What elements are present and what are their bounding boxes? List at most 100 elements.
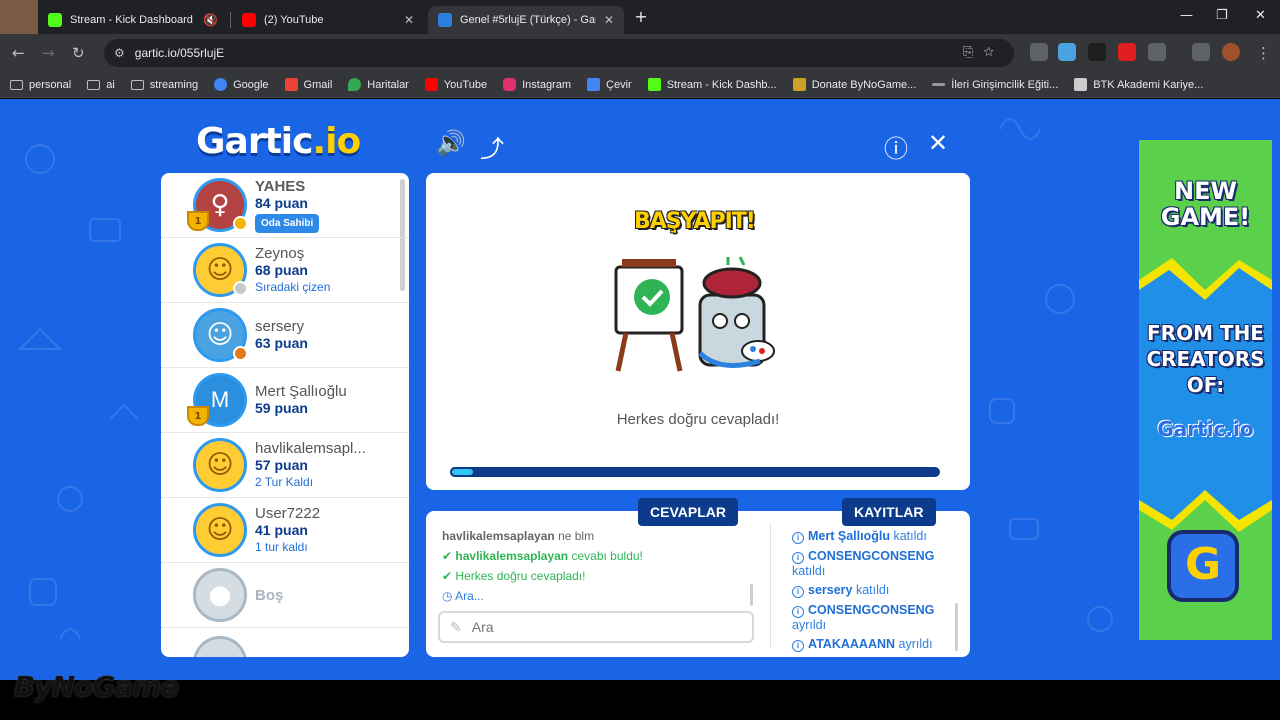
info-icon: i: [792, 532, 804, 544]
advertisement-banner[interactable]: NEW GAME! FROM THE CREATORS OF: Gartic.i…: [1139, 140, 1272, 640]
folder-icon: [130, 79, 144, 90]
bynogame-watermark: ByNoGame: [14, 670, 179, 703]
youtube-favicon-icon: [242, 13, 256, 27]
ad-headline: NEW GAME!: [1160, 177, 1251, 231]
player-row[interactable]: ☺ User7222 41 puan 1 tur kaldı: [161, 498, 409, 563]
answer-input-box[interactable]: ✎: [438, 611, 754, 643]
log-entry: i CONSENGCONSENG katıldı: [792, 549, 935, 578]
extension-youtube-icon[interactable]: [1118, 43, 1136, 61]
smile-icon: ☺: [206, 255, 234, 285]
youtube-icon: [424, 78, 438, 91]
extension-robot-icon[interactable]: [1088, 43, 1106, 61]
reload-icon[interactable]: ↻: [72, 44, 85, 62]
status-dot: [233, 281, 248, 296]
dash-icon: [932, 83, 946, 86]
answers-tab[interactable]: CEVAPLAR: [638, 498, 738, 526]
bookmark-instagram[interactable]: Instagram: [503, 78, 571, 91]
player-list: ♀ 1 YAHES 84 puan Oda Sahibi ☺ Zeynoş 68…: [161, 173, 409, 657]
tab-youtube[interactable]: (2) YouTube ✕: [232, 6, 424, 34]
profile-avatar[interactable]: [1222, 43, 1240, 61]
bookmark-bynogame[interactable]: Donate ByNoGame...: [792, 78, 916, 91]
bookmark-personal[interactable]: personal: [10, 79, 71, 91]
new-tab-button[interactable]: +: [632, 8, 650, 26]
panel-divider: [770, 523, 771, 647]
player-status: Sıradaki çizen: [255, 279, 331, 294]
player-row[interactable]: M 1 Mert Şallıoğlu 59 puan: [161, 368, 409, 433]
log-scrollbar[interactable]: [955, 603, 958, 651]
bookmark-btk[interactable]: BTK Akademi Kariye...: [1074, 78, 1203, 91]
close-room-icon[interactable]: ✕: [928, 129, 948, 157]
player-row[interactable]: ☺ havlikalemsapl... 57 puan 2 Tur Kaldı: [161, 433, 409, 498]
avatar: ☺: [193, 243, 248, 297]
site-info-icon[interactable]: ⚙: [114, 46, 125, 60]
extension-search-icon[interactable]: [1058, 43, 1076, 61]
painter-illustration: [614, 256, 775, 372]
bookmark-haritalar[interactable]: Haritalar: [348, 78, 409, 91]
maximize-button[interactable]: ❐: [1216, 8, 1228, 23]
bookmark-google[interactable]: Google: [214, 78, 269, 91]
masterpiece-title: BAŞYAPIT!: [634, 209, 756, 234]
media-control-icon[interactable]: [1192, 43, 1210, 61]
extension-shield-icon[interactable]: [1030, 43, 1048, 61]
player-score: 68 puan: [255, 261, 308, 278]
omnibox-actions[interactable]: ⎘☆: [963, 44, 1004, 60]
close-tab-icon[interactable]: ✕: [404, 13, 414, 27]
player-score: 41 puan: [255, 521, 308, 538]
bookmark-kick[interactable]: Stream - Kick Dashb...: [647, 78, 777, 91]
btk-icon: [1074, 78, 1088, 91]
answer-message: havlikalemsaplayan ne blm: [442, 529, 595, 543]
close-tab-icon[interactable]: ✕: [604, 13, 614, 27]
menu-icon[interactable]: ⋮: [1256, 44, 1271, 62]
player-row[interactable]: ☺ Zeynoş 68 puan Sıradaki çizen: [161, 238, 409, 303]
gartic-logo[interactable]: Gartic.io: [196, 121, 361, 162]
log-entry: i Mert Şallıoğlu katıldı: [792, 529, 927, 544]
status-dot: [233, 216, 248, 231]
clock-icon: ◷: [442, 589, 453, 603]
player-row[interactable]: ♀ 1 YAHES 84 puan Oda Sahibi: [161, 173, 409, 238]
forward-icon[interactable]: →: [42, 44, 55, 62]
answer-input[interactable]: [471, 619, 732, 635]
round-progress-bar: [450, 467, 940, 477]
player-score: 84 puan: [255, 194, 308, 211]
game-area: Gartic.io 🔊 ⤴ ⓘ ✕ ♀ 1 YAHES 84 puan Oda …: [0, 99, 1280, 680]
tab-kick-dashboard[interactable]: Stream - Kick Dashboard 🔇: [38, 6, 228, 34]
log-tab[interactable]: KAYITLAR: [842, 498, 936, 526]
mute-icon[interactable]: 🔇: [203, 13, 218, 27]
url-text: gartic.io/055rlujE: [134, 46, 225, 60]
player-status: 1 tur kaldı: [255, 539, 308, 554]
minimize-button[interactable]: —: [1180, 8, 1193, 23]
player-row[interactable]: ☺ sersery 63 puan: [161, 303, 409, 368]
status-dot: [233, 346, 248, 361]
round-progress-fill: [450, 467, 475, 477]
webcam-overlay: [0, 0, 38, 34]
player-status: 2 Tur Kaldı: [255, 474, 314, 489]
tab-gartic[interactable]: Genel #5rlujE (Türkçe) - Gartic.io ✕: [428, 6, 624, 34]
browser-toolbar: ← → ↻ ⚙ gartic.io/055rlujE ⎘☆ ⋮: [0, 34, 1280, 72]
bookmark-girisimcilik[interactable]: İleri Girişimcilik Eğiti...: [932, 79, 1058, 91]
info-icon: i: [792, 552, 804, 564]
extensions-puzzle-icon[interactable]: [1148, 43, 1166, 61]
smile-icon: ☺: [206, 450, 234, 480]
folder-icon: [87, 79, 101, 90]
info-icon: i: [792, 606, 804, 618]
google-icon: [214, 78, 228, 91]
bookmark-youtube[interactable]: YouTube: [424, 78, 487, 91]
share-icon[interactable]: ⤴: [480, 129, 504, 164]
address-bar[interactable]: ⚙ gartic.io/055rlujE ⎘☆: [104, 39, 1014, 67]
bookmark-streaming[interactable]: streaming: [130, 79, 198, 91]
kick-favicon-icon: [48, 13, 62, 27]
bookmark-ai[interactable]: ai: [87, 79, 115, 91]
log-entry: i sersery katıldı: [792, 583, 889, 598]
bookmark-gmail[interactable]: Gmail: [284, 78, 332, 91]
ad-gartic-button[interactable]: G: [1167, 530, 1239, 602]
avatar: ☺: [193, 438, 247, 492]
info-icon[interactable]: ⓘ: [884, 129, 908, 164]
player-name: YAHES: [255, 177, 306, 195]
check-icon: ✔: [442, 569, 453, 583]
answers-scrollbar[interactable]: [750, 584, 753, 606]
back-icon[interactable]: ←: [12, 44, 25, 62]
close-window-button[interactable]: ✕: [1255, 8, 1266, 23]
all-correct-text: Herkes doğru cevapladı!: [616, 411, 780, 428]
bookmark-cevir[interactable]: Çevir: [587, 78, 632, 91]
sound-icon[interactable]: 🔊: [436, 129, 466, 157]
